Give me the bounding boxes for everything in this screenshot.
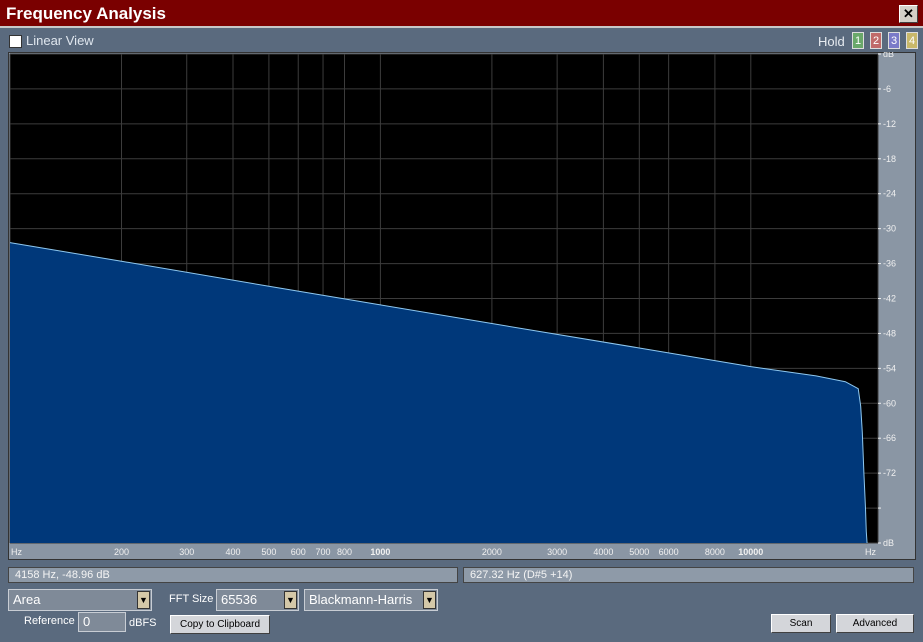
y-tick-label: -72 xyxy=(883,468,896,478)
x-tick-label: 10000 xyxy=(738,547,763,557)
x-tick-label: 5000 xyxy=(629,547,649,557)
chevron-down-icon: ▼ xyxy=(423,591,436,609)
y-tick-label: -12 xyxy=(883,119,896,129)
y-tick-label: -36 xyxy=(883,259,896,269)
x-tick-label: 2000 xyxy=(482,547,502,557)
y-tick-label: -42 xyxy=(883,294,896,304)
x-tick-label: 500 xyxy=(261,547,276,557)
reference-unit-label: dBFS xyxy=(129,617,157,629)
close-icon: ✕ xyxy=(903,6,914,21)
x-tick-label: 300 xyxy=(179,547,194,557)
y-tick-label: -54 xyxy=(883,363,896,373)
window-function-value: Blackmann-Harris xyxy=(309,592,413,607)
x-tick-label: Hz xyxy=(11,547,22,557)
fft-size-select[interactable]: 65536 ▼ xyxy=(216,589,299,611)
hold-slot-3[interactable]: 3 xyxy=(888,32,900,49)
display-mode-select[interactable]: Area ▼ xyxy=(8,589,152,611)
y-tick-label: -66 xyxy=(883,433,896,443)
hold-slot-4[interactable]: 4 xyxy=(906,32,918,49)
x-tick-label: Hz xyxy=(865,547,876,557)
y-tick-label: -6 xyxy=(883,84,891,94)
y-tick-label: -60 xyxy=(883,398,896,408)
y-tick-label: dB xyxy=(883,538,894,548)
y-tick-label: -24 xyxy=(883,189,896,199)
y-tick-label: -48 xyxy=(883,328,896,338)
reference-input[interactable]: 0 xyxy=(78,612,126,632)
linear-view-checkbox[interactable] xyxy=(9,35,22,48)
y-tick-label: -18 xyxy=(883,154,896,164)
linear-view-label[interactable]: Linear View xyxy=(26,33,94,48)
copy-to-clipboard-button[interactable]: Copy to Clipboard xyxy=(170,615,270,634)
close-button[interactable]: ✕ xyxy=(899,5,918,23)
hold-slot-1[interactable]: 1 xyxy=(852,32,864,49)
x-tick-label: 6000 xyxy=(659,547,679,557)
x-tick-label: 200 xyxy=(114,547,129,557)
cursor-readout: 4158 Hz, -48.96 dB xyxy=(8,567,458,583)
chevron-down-icon: ▼ xyxy=(137,591,150,609)
hold-label: Hold xyxy=(818,34,845,49)
x-tick-label: 600 xyxy=(291,547,306,557)
window-function-select[interactable]: Blackmann-Harris ▼ xyxy=(304,589,438,611)
pitch-readout: 627.32 Hz (D#5 +14) xyxy=(463,567,914,583)
display-mode-value: Area xyxy=(13,592,41,607)
hold-slot-2[interactable]: 2 xyxy=(870,32,882,49)
x-tick-label: 3000 xyxy=(547,547,567,557)
x-tick-label: 400 xyxy=(225,547,240,557)
x-tick-label: 1000 xyxy=(370,547,390,557)
fft-size-label: FFT Size xyxy=(169,593,214,605)
title-bar: Frequency Analysis ✕ xyxy=(0,0,923,28)
advanced-button[interactable]: Advanced xyxy=(836,614,914,633)
window-title: Frequency Analysis xyxy=(6,4,166,23)
reference-label: Reference xyxy=(24,615,75,627)
x-tick-label: 8000 xyxy=(705,547,725,557)
x-tick-label: 700 xyxy=(316,547,331,557)
x-tick-label: 4000 xyxy=(593,547,613,557)
toolbar: Linear View Hold 1234 xyxy=(0,28,923,52)
chevron-down-icon: ▼ xyxy=(284,591,297,609)
scan-button[interactable]: Scan xyxy=(771,614,831,633)
frequency-chart[interactable]: Hz 200 300 400 500 600 700 800 1000 2000 3000 4000 5… xyxy=(8,52,916,560)
fft-size-value: 65536 xyxy=(221,592,258,607)
x-tick-label: 800 xyxy=(337,547,352,557)
y-tick-label: -30 xyxy=(883,224,896,234)
y-tick-label: dB xyxy=(883,52,894,59)
